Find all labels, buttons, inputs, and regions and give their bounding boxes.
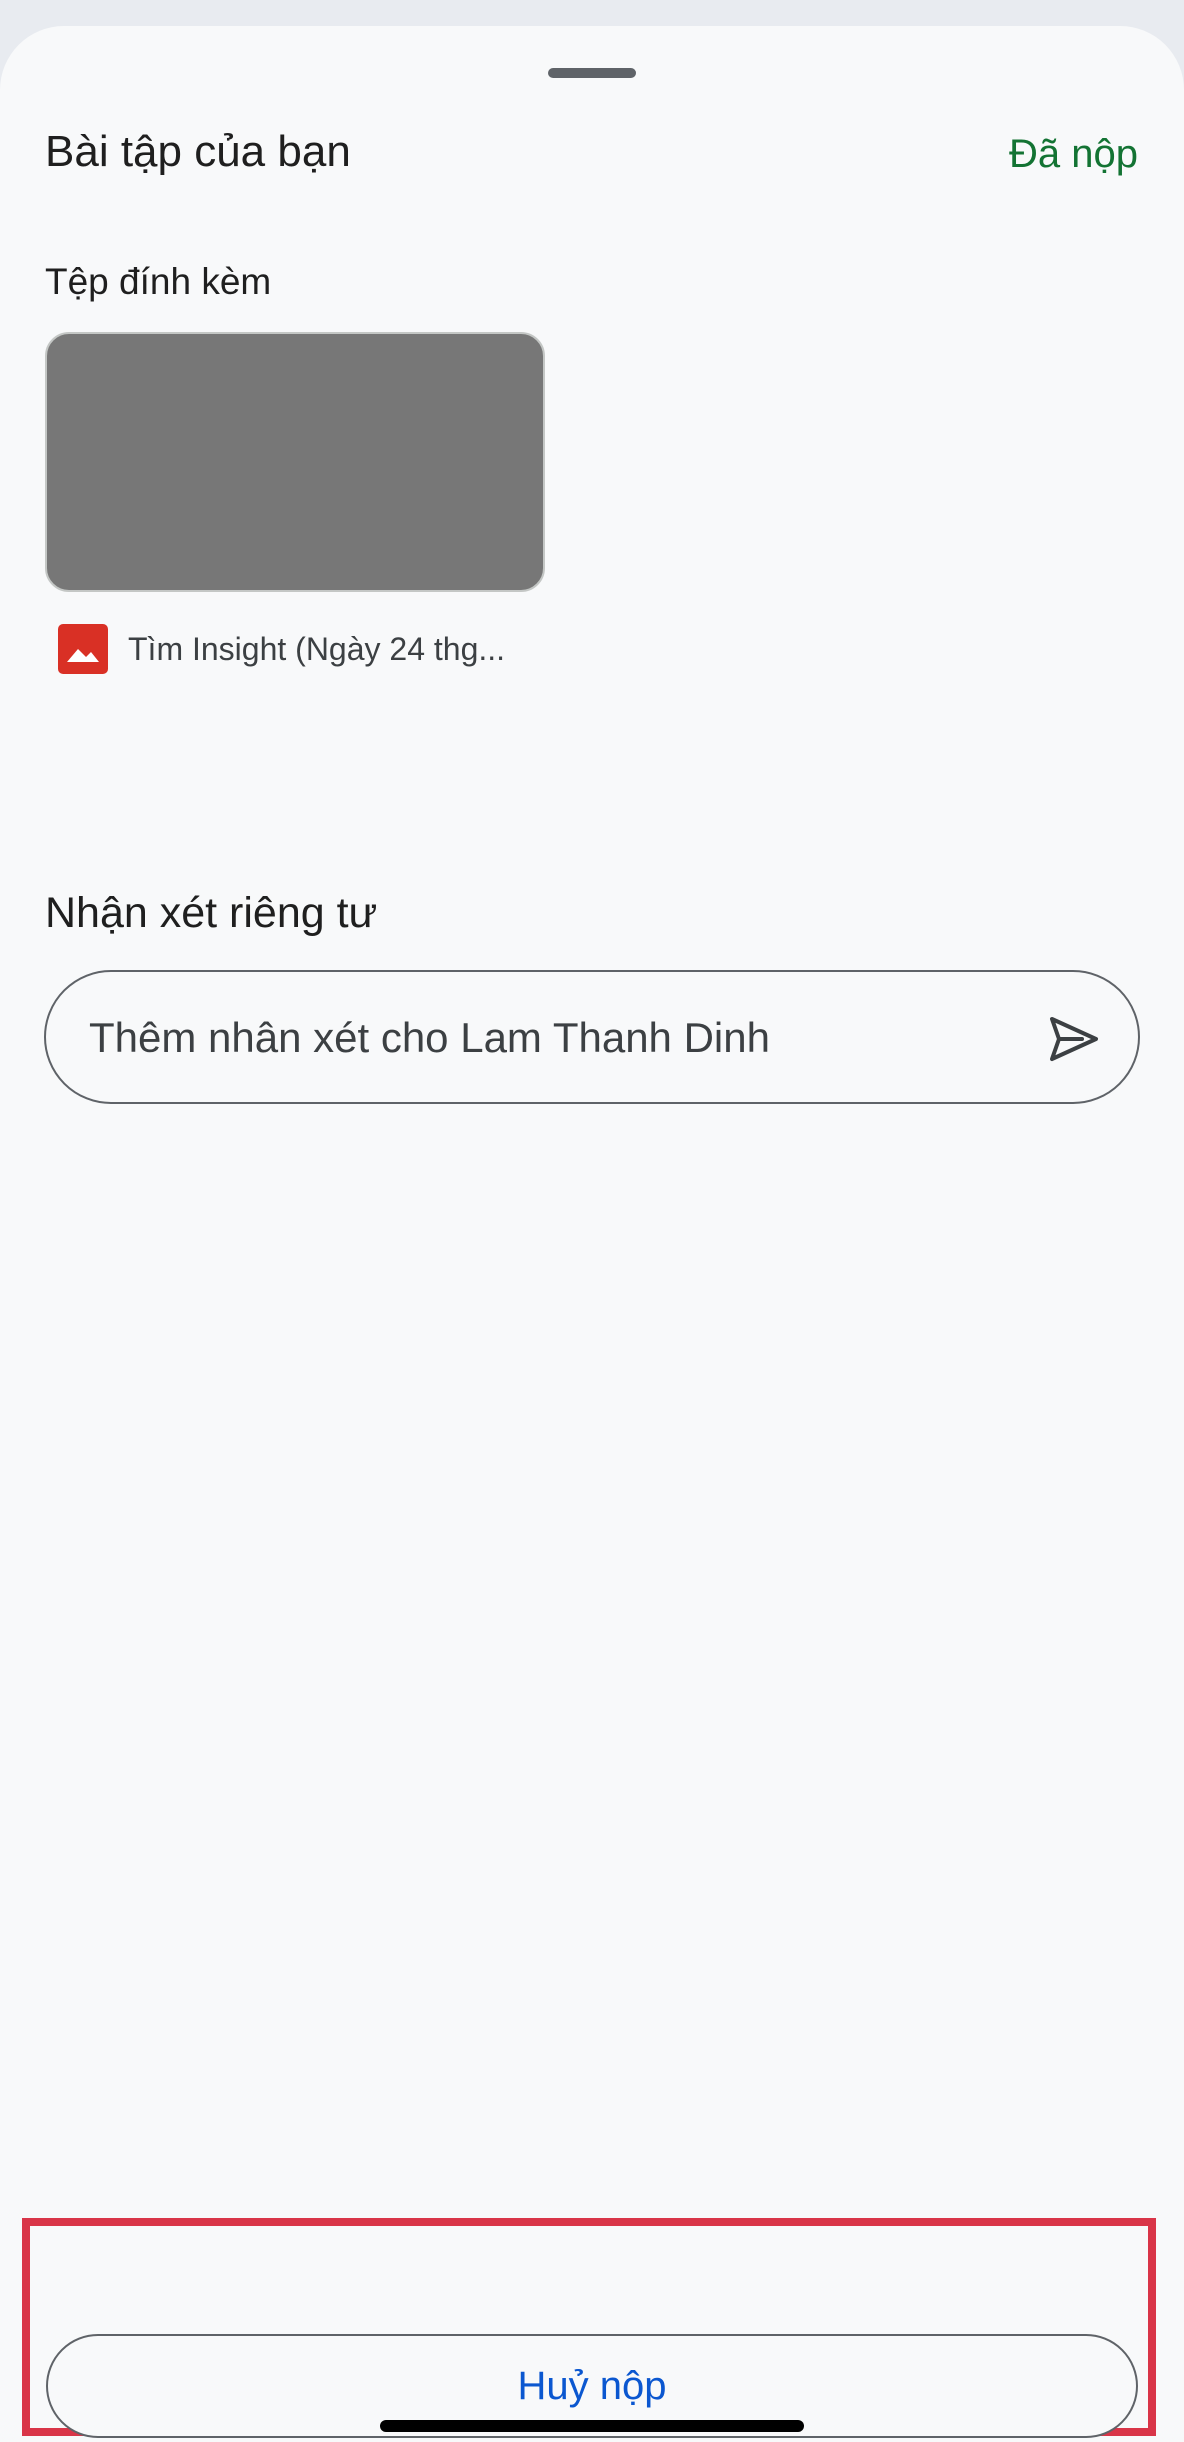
image-file-icon (58, 624, 108, 674)
attachment-thumbnail[interactable] (45, 332, 545, 592)
submission-status: Đã nộp (1009, 132, 1138, 176)
send-icon (1050, 1017, 1098, 1061)
private-comment-input[interactable] (89, 1008, 989, 1068)
attachment-file-name: Tìm Insight (Ngày 24 thg... (128, 630, 506, 667)
sheet-title: Bài tập của bạn (45, 127, 351, 176)
private-comment-box (44, 970, 1140, 1104)
attachment-file-row[interactable]: Tìm Insight (Ngày 24 thg... (58, 624, 505, 674)
attachments-label: Tệp đính kèm (45, 261, 272, 302)
send-comment-button[interactable] (1044, 1009, 1104, 1069)
home-indicator-bar (380, 2420, 804, 2432)
assignment-bottom-sheet: Bài tập của bạn Đã nộp Tệp đính kèm Tìm … (0, 26, 1184, 2442)
drag-handle[interactable] (548, 68, 636, 78)
private-comments-title: Nhận xét riêng tư (45, 889, 378, 937)
